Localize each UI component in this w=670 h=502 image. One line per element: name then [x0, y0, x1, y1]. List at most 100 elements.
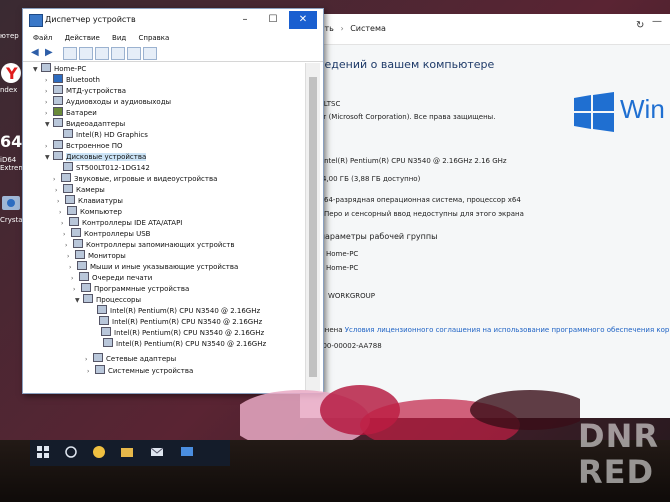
- processor-value: Intel(R) Pentium(R) CPU N3540 @ 2.16GHz …: [322, 157, 507, 165]
- camera-icon: [63, 184, 73, 193]
- maximize-button[interactable]: ☐: [259, 11, 287, 29]
- software-device-icon: [81, 283, 91, 292]
- device-manager-icon: [29, 14, 43, 27]
- breadcrumb-item[interactable]: Система: [350, 24, 386, 33]
- device-manager-taskbar-icon[interactable]: [180, 445, 194, 459]
- tree-item[interactable]: › Мониторы: [67, 250, 126, 261]
- menu-file[interactable]: Файл: [33, 34, 52, 42]
- computer-name-value: Home-PC: [326, 250, 359, 258]
- license-terms-link[interactable]: Условия лицензионного соглашения на испо…: [345, 326, 670, 334]
- file-explorer-icon[interactable]: [120, 445, 134, 459]
- tree-item[interactable]: ▼ Видеоадаптеры: [45, 118, 125, 129]
- search-icon[interactable]: [64, 445, 78, 459]
- printer-icon: [79, 272, 89, 281]
- tree-item[interactable]: Intel(R) Pentium(R) CPU N3540 @ 2.16GHz: [101, 327, 264, 338]
- tree-item[interactable]: › Очереди печати: [71, 272, 152, 283]
- tree-item-selected[interactable]: ▼ Дисковые устройства: [45, 151, 147, 162]
- tree-item[interactable]: › МТД-устройства: [45, 85, 126, 96]
- full-name-value: Home-PC: [326, 264, 359, 272]
- mouse-icon: [77, 261, 87, 270]
- minimize-button[interactable]: –: [231, 11, 259, 29]
- tree-item[interactable]: Intel(R) Pentium(R) CPU N3540 @ 2.16GHz: [99, 316, 262, 327]
- system-properties-window: ность › Система ↻ — сведений о вашем ком…: [300, 14, 670, 418]
- chevron-right-icon: ›: [85, 356, 88, 363]
- tree-item[interactable]: › Батареи: [45, 107, 97, 118]
- ide-controller-icon: [69, 217, 79, 226]
- chevron-down-icon: ▼: [33, 66, 38, 73]
- mail-icon[interactable]: [150, 445, 164, 459]
- disk-drive-icon: [53, 151, 63, 160]
- window-title: Диспетчер устройств: [45, 15, 136, 24]
- tree-item[interactable]: › Аудиовходы и аудиовыходы: [45, 96, 171, 107]
- tree-item[interactable]: › Контроллеры USB: [63, 228, 150, 239]
- menu-bar: Файл Действие Вид Справка: [23, 31, 323, 45]
- chevron-down-icon: ▼: [45, 154, 50, 161]
- network-adapter-icon: [93, 353, 103, 362]
- menu-help[interactable]: Справка: [138, 34, 169, 42]
- windows-logo-icon: [574, 92, 614, 132]
- menu-action[interactable]: Действие: [65, 34, 100, 42]
- tree-item[interactable]: Intel(R) HD Graphics: [63, 129, 148, 140]
- tree-item[interactable]: › Bluetooth: [45, 74, 100, 85]
- back-arrow-icon[interactable]: ◀: [31, 47, 43, 58]
- processor-icon: [101, 327, 111, 336]
- menu-view[interactable]: Вид: [112, 34, 126, 42]
- disk-drive-icon: [63, 162, 73, 171]
- update-driver-icon[interactable]: [111, 47, 125, 60]
- tree-item[interactable]: › Контроллеры запоминающих устройств: [65, 239, 234, 250]
- properties-icon[interactable]: [63, 47, 77, 60]
- start-windows-icon[interactable]: [36, 445, 50, 459]
- tree-root[interactable]: ▼ Home-PC: [33, 63, 86, 74]
- tree-item[interactable]: › Камеры: [55, 184, 105, 195]
- close-button[interactable]: ✕: [289, 11, 317, 29]
- monitor-icon: [75, 250, 85, 259]
- yandex-browser-icon: Y: [1, 63, 21, 83]
- system-type-value: 64-разрядная операционная система, проце…: [324, 196, 521, 204]
- chevron-down-icon: ▼: [45, 121, 50, 128]
- windows-brand-text: Win: [620, 94, 665, 124]
- monitor-icon[interactable]: [143, 47, 157, 60]
- computer-icon: [41, 63, 51, 72]
- tree-item[interactable]: › Клавиатуры: [57, 195, 123, 206]
- device-icon: [53, 85, 63, 94]
- tree-item[interactable]: › Контроллеры IDE ATA/ATAPI: [61, 217, 182, 228]
- tree-item[interactable]: › Мыши и иные указывающие устройства: [69, 261, 238, 272]
- processor-icon: [83, 294, 93, 303]
- processor-icon: [103, 338, 113, 347]
- page-title: сведений о вашем компьютере: [312, 58, 495, 71]
- tree-item[interactable]: ▼ Процессоры: [75, 294, 141, 305]
- section-heading: и параметры рабочей группы: [312, 232, 438, 241]
- computer-icon: [67, 206, 77, 215]
- tree-item[interactable]: › Звуковые, игровые и видеоустройства: [53, 173, 217, 184]
- forward-arrow-icon[interactable]: ▶: [45, 47, 57, 58]
- tree-item[interactable]: › Встроенное ПО: [45, 140, 123, 151]
- device-manager-titlebar[interactable]: Диспетчер устройств – ☐ ✕: [23, 9, 323, 31]
- tree-item[interactable]: ST500LT012-1DG142: [63, 162, 150, 173]
- bluetooth-icon: [53, 74, 63, 83]
- firmware-icon: [53, 140, 63, 149]
- chevron-down-icon: ▼: [75, 297, 80, 304]
- scrollbar-thumb[interactable]: [309, 77, 317, 377]
- tree-item[interactable]: › Сетевые адаптеры: [85, 353, 176, 364]
- tree-item[interactable]: › Компьютер: [59, 206, 122, 217]
- wallpaper-flower: [240, 385, 580, 440]
- tree-item[interactable]: › Программные устройства: [73, 283, 189, 294]
- refresh-icon[interactable]: ↻: [636, 20, 644, 31]
- usb-icon: [71, 228, 81, 237]
- minimize-button[interactable]: —: [652, 16, 662, 27]
- keyboard-icon: [65, 195, 75, 204]
- copyright-text: офт (Microsoft Corporation). Все права з…: [312, 113, 496, 121]
- display-adapter-icon: [63, 129, 73, 138]
- show-hidden-icon[interactable]: [79, 47, 93, 60]
- vertical-scrollbar[interactable]: [305, 63, 320, 391]
- tree-item[interactable]: Intel(R) Pentium(R) CPU N3540 @ 2.16GHz: [97, 305, 260, 316]
- tree-item[interactable]: › Системные устройства: [87, 365, 193, 376]
- monitor-screen: ютер Y ndex 64 iD64 Extreme CrystalDisk.…: [0, 0, 670, 440]
- yandex-browser-icon[interactable]: [92, 445, 106, 459]
- battery-icon: [53, 107, 63, 116]
- help-icon[interactable]: [95, 47, 109, 60]
- tree-item[interactable]: Intel(R) Pentium(R) CPU N3540 @ 2.16GHz: [103, 338, 266, 349]
- scan-hardware-icon[interactable]: [127, 47, 141, 60]
- device-manager-window: Диспетчер устройств – ☐ ✕ Файл Действие …: [22, 8, 324, 394]
- chevron-right-icon: ›: [87, 368, 90, 375]
